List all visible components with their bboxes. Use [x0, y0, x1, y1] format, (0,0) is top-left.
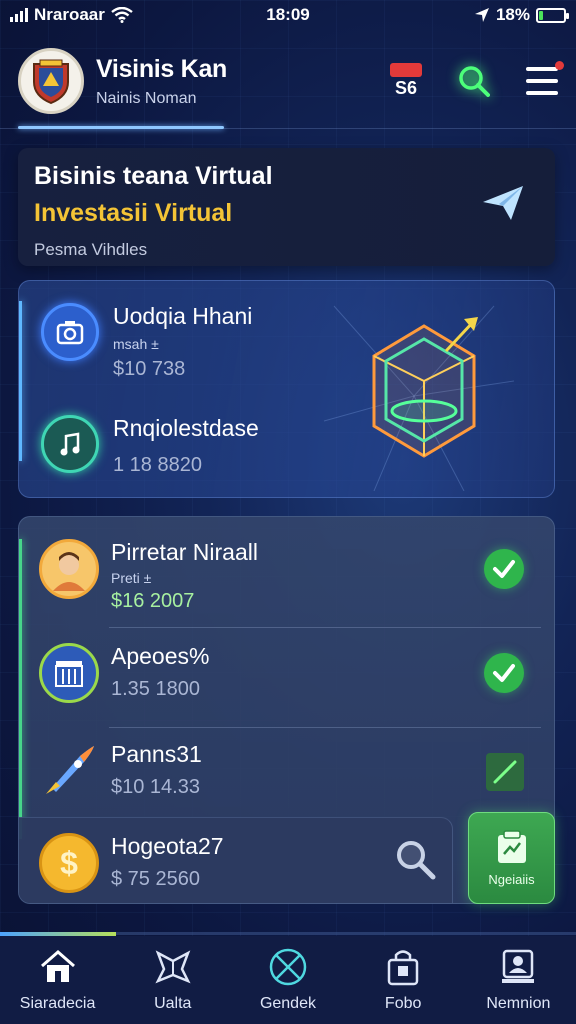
user-subtitle: Nainis Noman	[96, 89, 197, 107]
list-item[interactable]: Pirretar Niraall Preti ± $16 2007	[39, 539, 549, 613]
item-title: Uodqia Hhani	[113, 303, 253, 329]
item-value: $10 738	[113, 358, 186, 380]
check-icon[interactable]	[484, 549, 524, 589]
card-accent-bar	[19, 301, 22, 461]
location-arrow-icon	[474, 8, 489, 22]
nav-item-home[interactable]: Siaradecia	[0, 947, 115, 1013]
item-value: $ 75 2560	[111, 868, 200, 890]
nav-item-gendek[interactable]: Gendek	[230, 947, 345, 1013]
bag-icon	[383, 947, 423, 987]
star-icon	[153, 947, 193, 987]
clock: 18:09	[266, 5, 310, 24]
search-icon[interactable]	[393, 837, 437, 881]
menu-line	[526, 67, 558, 71]
item-value: 1.35 1800	[111, 678, 200, 700]
paper-plane-icon[interactable]	[481, 180, 525, 224]
user-name: Visinis Kan	[96, 54, 228, 83]
action-button-label: Ngeiaiis	[488, 871, 535, 887]
notification-badge-icon	[390, 63, 422, 77]
nav-label: Fobo	[384, 995, 422, 1012]
rocket-icon	[39, 741, 99, 801]
list-divider	[109, 727, 541, 728]
app-header: Visinis Kan Nainis Noman S6	[0, 38, 576, 124]
search-button[interactable]	[454, 61, 494, 101]
wifi-icon	[111, 7, 133, 23]
nav-label: Nemnion	[486, 995, 551, 1012]
item-title: Rnqiolestdase	[113, 415, 259, 441]
avatar[interactable]	[18, 48, 84, 114]
signal-icon	[10, 8, 28, 22]
item-title: Apeoes%	[111, 643, 210, 669]
globe-icon	[268, 947, 308, 987]
check-icon[interactable]	[484, 653, 524, 693]
person-avatar-icon	[39, 539, 99, 599]
nav-label: Ualta	[154, 995, 192, 1012]
notification-button[interactable]: S6	[390, 63, 422, 99]
nav-label: Gendek	[259, 995, 316, 1012]
profile-icon	[498, 947, 538, 987]
list-divider	[109, 627, 541, 628]
crystal-graphic	[323, 305, 514, 491]
item-value: 1 18 8820	[113, 454, 202, 476]
music-note-icon	[41, 415, 99, 473]
item-value: $10 14.33	[111, 776, 200, 798]
coin-icon: $	[39, 833, 99, 893]
list-accent-bar	[19, 539, 22, 839]
banner-subtitle: Pesma Vihdles	[34, 240, 148, 259]
item-title: Hogeota27	[111, 833, 224, 859]
header-active-indicator	[18, 126, 224, 129]
banner-highlight: Investasii Virtual	[34, 199, 233, 227]
nav-item-nemnion[interactable]: Nemnion	[461, 947, 576, 1013]
bottom-nav: Siaradecia Ualta Gendek Fobo Nemnion	[0, 936, 576, 1024]
menu-button[interactable]	[526, 61, 564, 95]
item-value: $16 2007	[111, 590, 195, 612]
nav-item-ualta[interactable]: Ualta	[115, 947, 230, 1013]
carrier-name: Nraroaar	[34, 5, 105, 24]
menu-line	[526, 79, 558, 83]
investment-summary-card: Uodqia Hhani msah ± $10 738 Rnqiolestdas…	[18, 280, 555, 498]
notification-count: S6	[394, 78, 418, 98]
card1-item[interactable]: Rnqiolestdase 1 18 8820	[41, 415, 259, 477]
search-icon	[459, 66, 490, 97]
shield-emblem-icon	[33, 59, 69, 105]
banner-title: Bisinis teana Virtual	[34, 162, 273, 190]
card1-item[interactable]: Uodqia Hhani msah ± $10 738	[41, 303, 252, 381]
nav-label: Siaradecia	[19, 995, 96, 1012]
menu-notification-dot	[555, 61, 564, 70]
camera-icon	[41, 303, 99, 361]
home-icon	[38, 947, 78, 987]
item-title: Panns31	[111, 741, 202, 767]
list-item[interactable]: Apeoes% 1.35 1800	[39, 643, 549, 703]
nav-item-fobo[interactable]: Fobo	[346, 947, 461, 1013]
pending-check-icon[interactable]	[486, 753, 524, 791]
menu-line	[526, 91, 558, 95]
list-item[interactable]: Panns31 $10 14.33	[39, 741, 549, 801]
item-subtitle: Preti ±	[111, 570, 152, 586]
battery-percent: 18%	[495, 5, 530, 24]
item-title: Pirretar Niraall	[111, 539, 258, 565]
status-bar: Nraroaar 18:09 18%	[0, 0, 576, 30]
item-subtitle: msah ±	[113, 336, 159, 352]
battery-icon	[536, 7, 569, 23]
bank-icon	[39, 643, 99, 703]
promo-banner[interactable]: Bisinis teana Virtual Investasii Virtual…	[18, 148, 555, 266]
document-icon	[497, 829, 526, 863]
action-button[interactable]: Ngeiaiis	[468, 812, 555, 904]
